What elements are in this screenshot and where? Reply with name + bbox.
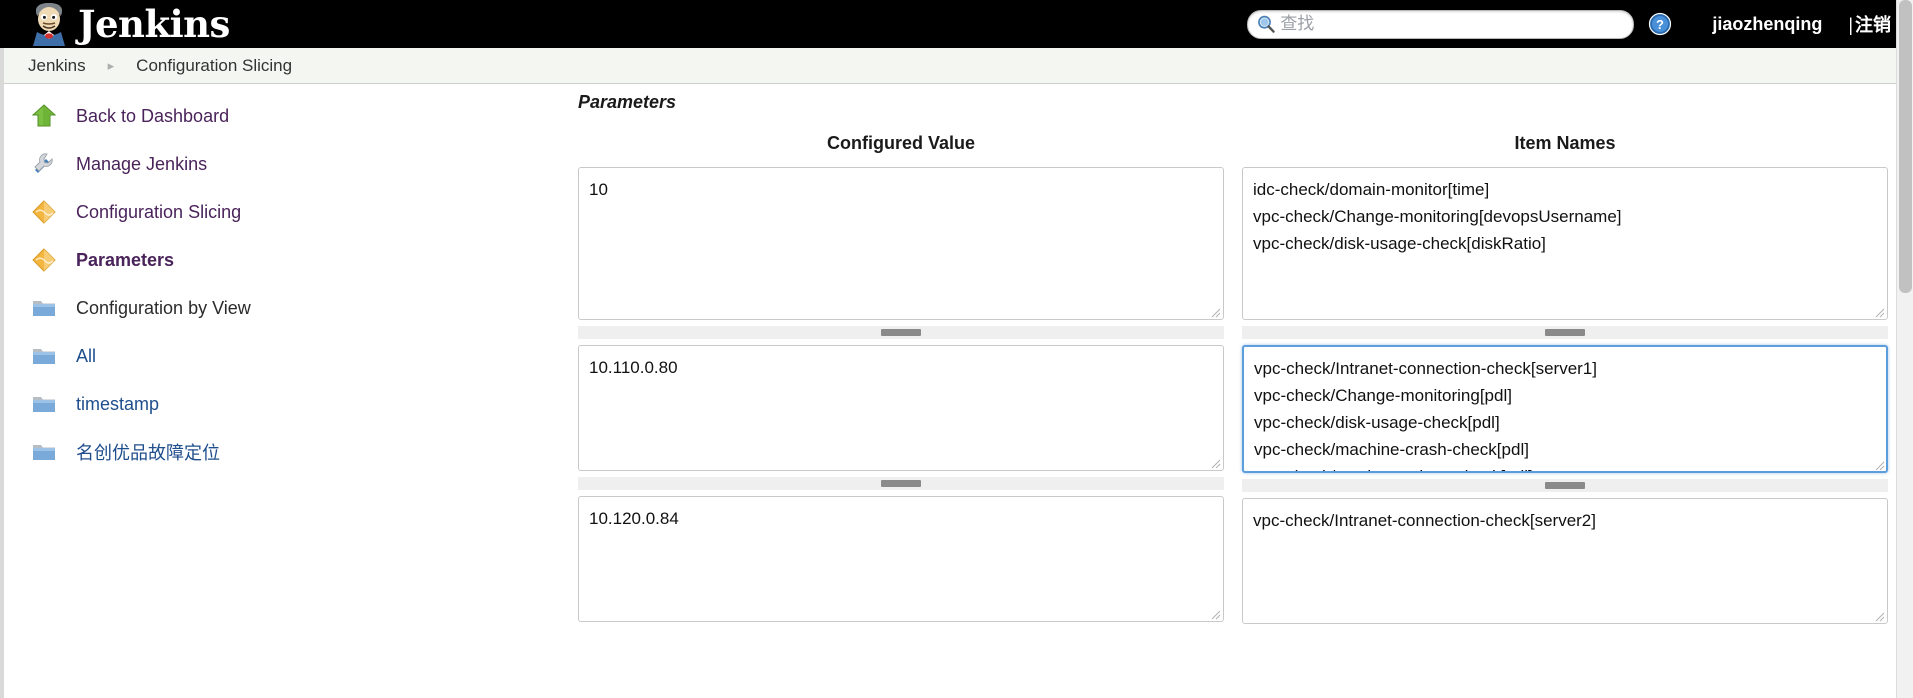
item-names-cell — [1242, 167, 1888, 320]
breadcrumb-item-configuration-slicing[interactable]: Configuration Slicing — [136, 56, 292, 76]
column-header-item-names: Item Names — [1514, 133, 1616, 153]
search-icon — [1256, 14, 1276, 34]
orange-diamond-icon — [30, 246, 58, 274]
up-arrow-green-icon — [30, 102, 58, 130]
item-names-textarea-3[interactable] — [1242, 498, 1888, 624]
logout-separator: | — [1848, 15, 1853, 35]
item-names-column: Item Names — [1242, 129, 1888, 624]
main-content: Parameters Configured Value 10 10.110.0.… — [578, 92, 1888, 624]
sidebar-item-label: Back to Dashboard — [76, 105, 230, 126]
breadcrumb-item-jenkins[interactable]: Jenkins — [28, 56, 86, 76]
page-root: Jenkins ? jiao — [0, 0, 1913, 698]
configured-value-column: Configured Value — [578, 129, 1224, 624]
user-profile-link[interactable]: jiaozhenqing — [1712, 14, 1822, 35]
search-input[interactable] — [1280, 14, 1621, 34]
sidebar-item-label: All — [76, 345, 97, 366]
scrollbar-thumb[interactable] — [881, 329, 921, 336]
horizontal-scrollbar-2[interactable] — [578, 476, 1224, 490]
item-names-textarea-1[interactable] — [1242, 167, 1888, 320]
help-question-icon[interactable]: ? — [1648, 12, 1672, 36]
sidebar-item-label: timestamp — [76, 393, 160, 414]
sidebar-item-label: 名创优品故障定位 — [76, 443, 220, 463]
slicing-table: Configured Value 10 10.110.0.80 10.120.0… — [578, 129, 1888, 624]
orange-diamond-icon — [30, 198, 58, 226]
blue-folder-icon — [30, 438, 58, 466]
blue-folder-icon — [30, 342, 58, 370]
breadcrumb: Jenkins ▸ Configuration Slicing — [0, 48, 1913, 84]
top-header-bar: Jenkins ? jiao — [0, 0, 1913, 48]
configured-value-cell — [578, 496, 1224, 622]
jenkins-butler-logo-icon — [28, 2, 70, 46]
sidebar-item-all[interactable]: All — [30, 332, 450, 380]
horizontal-scrollbar-1[interactable] — [578, 325, 1224, 339]
header-right-group: ? jiaozhenqing |注销 — [1247, 0, 1913, 48]
jenkins-home-link[interactable]: Jenkins — [28, 0, 230, 48]
scrollbar-thumb[interactable] — [881, 480, 921, 487]
jenkins-brand-title: Jenkins — [78, 2, 230, 46]
breadcrumb-separator-icon: ▸ — [107, 58, 115, 73]
logout-link[interactable]: | 注销 — [1848, 11, 1891, 37]
horizontal-scrollbar-3[interactable] — [1242, 325, 1888, 339]
configured-value-textarea-1[interactable] — [578, 167, 1224, 320]
svg-text:?: ? — [1656, 17, 1664, 32]
sidebar-item-label: Configuration Slicing — [76, 201, 242, 222]
sidebar-item-manage-jenkins[interactable]: Manage Jenkins — [30, 140, 450, 188]
sidebar-item-label: Manage Jenkins — [76, 153, 208, 174]
page-scrollbar-thumb[interactable] — [1899, 0, 1912, 293]
configured-value-textarea-3[interactable] — [578, 496, 1224, 622]
blue-folder-icon — [30, 294, 58, 322]
configured-value-cell — [578, 345, 1224, 471]
blue-folder-icon — [30, 390, 58, 418]
item-names-textarea-2[interactable] — [1242, 345, 1888, 473]
logout-label: 注销 — [1855, 15, 1891, 35]
sidebar-item-label: Configuration by View — [76, 297, 251, 318]
page-vertical-scrollbar[interactable] — [1896, 0, 1913, 698]
item-names-cell — [1242, 345, 1888, 473]
sidebar-item-label: Parameters — [76, 249, 175, 270]
horizontal-scrollbar-4[interactable] — [1242, 478, 1888, 492]
item-names-cell — [1242, 498, 1888, 624]
configured-value-cell — [578, 167, 1224, 320]
sidebar-item-back-to-dashboard[interactable]: Back to Dashboard — [30, 92, 450, 140]
scrollbar-thumb[interactable] — [1545, 329, 1585, 336]
page-title: Parameters — [578, 92, 677, 112]
search-box[interactable] — [1247, 9, 1635, 39]
sidebar: Back to Dashboard Manage Jenkins Configu… — [30, 92, 450, 476]
sidebar-item-mingchuangyoupin[interactable]: 名创优品故障定位 — [30, 428, 450, 476]
scrollbar-thumb[interactable] — [1545, 482, 1585, 489]
sidebar-item-timestamp[interactable]: timestamp — [30, 380, 450, 428]
wrench-screwdriver-icon — [30, 150, 58, 178]
sidebar-item-parameters[interactable]: Parameters — [30, 236, 450, 284]
sidebar-item-configuration-by-view[interactable]: Configuration by View — [30, 284, 450, 332]
left-gutter — [0, 48, 4, 698]
sidebar-item-configuration-slicing[interactable]: Configuration Slicing — [30, 188, 450, 236]
configured-value-textarea-2[interactable] — [578, 345, 1224, 471]
column-header-configured-value: Configured Value — [826, 133, 976, 153]
